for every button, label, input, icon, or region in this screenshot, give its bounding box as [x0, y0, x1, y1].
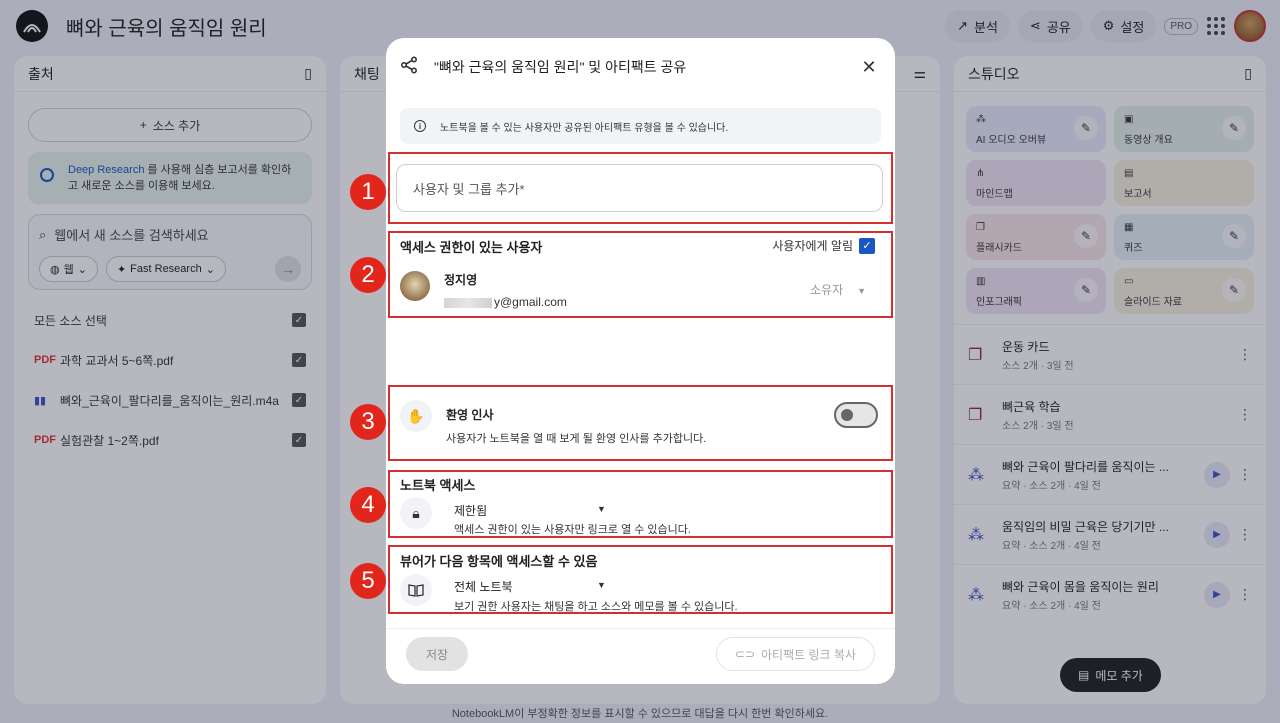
notebook-access-select[interactable]: 제한됨	[454, 502, 487, 519]
lock-icon: 🔒︎	[400, 497, 432, 529]
dialog-title: "뼈와 근육의 움직임 원리" 및 아티팩트 공유	[434, 59, 687, 75]
viewer-access-select[interactable]: 전체 노트북	[454, 578, 513, 595]
role-select: 소유자 ▼	[810, 283, 867, 297]
annotation-badge-5: 5	[350, 563, 386, 599]
save-button[interactable]: 저장	[406, 637, 468, 671]
welcome-desc: 사용자가 노트북을 열 때 보게 될 환영 인사를 추가합니다.	[446, 433, 707, 445]
info-banner: i 노트북을 볼 수 있는 사용자만 공유된 아티팩트 유형을 볼 수 있습니다…	[400, 108, 881, 144]
book-icon	[400, 574, 432, 606]
annotation-badge-1: 1	[350, 174, 386, 210]
link-icon: ⊂⊃	[734, 647, 755, 661]
viewer-access-desc: 보기 권한 사용자는 채팅을 하고 소스와 메모를 볼 수 있습니다.	[454, 601, 738, 613]
welcome-title: 환영 인사	[446, 408, 494, 422]
email-redacted	[444, 297, 492, 308]
annotation-badge-3: 3	[350, 404, 386, 440]
share-icon	[400, 55, 420, 79]
waving-hand-icon: ✋	[400, 400, 432, 432]
user-avatar	[400, 271, 430, 301]
caret-down-icon[interactable]: ▼	[597, 504, 606, 514]
copy-artifact-link-button[interactable]: ⊂⊃ 아티팩트 링크 복사	[715, 637, 875, 671]
annotation-badge-2: 2	[350, 257, 386, 293]
share-dialog: "뼈와 근육의 움직임 원리" 및 아티팩트 공유 ✕ i 노트북을 볼 수 있…	[386, 38, 895, 684]
close-icon[interactable]: ✕	[857, 57, 881, 78]
user-email: y@gmail.com	[444, 295, 567, 309]
notebook-access-desc: 액세스 권한이 있는 사용자만 링크로 열 수 있습니다.	[454, 524, 691, 536]
notify-checkbox[interactable]: ✓	[859, 237, 875, 254]
access-users-title: 액세스 권한이 있는 사용자	[400, 240, 543, 255]
notify-users-toggle[interactable]: 사용자에게 알림 ✓	[772, 237, 875, 254]
dialog-footer: 저장 ⊂⊃ 아티팩트 링크 복사	[386, 628, 895, 684]
annotation-badge-4: 4	[350, 487, 386, 523]
info-icon: i	[414, 120, 426, 132]
caret-down-icon: ▼	[857, 286, 867, 296]
notebook-access-title: 노트북 액세스	[400, 478, 476, 493]
dialog-header: "뼈와 근육의 움직임 원리" 및 아티팩트 공유 ✕	[386, 38, 895, 96]
add-people-input[interactable]: 사용자 및 그룹 추가*	[396, 164, 883, 212]
highlight-box-3	[388, 385, 893, 461]
welcome-toggle[interactable]	[834, 402, 878, 428]
caret-down-icon[interactable]: ▼	[597, 580, 606, 590]
user-name: 정지영	[444, 273, 478, 287]
viewer-access-title: 뷰어가 다음 항목에 액세스할 수 있음	[400, 554, 598, 569]
toggle-knob	[841, 409, 853, 421]
